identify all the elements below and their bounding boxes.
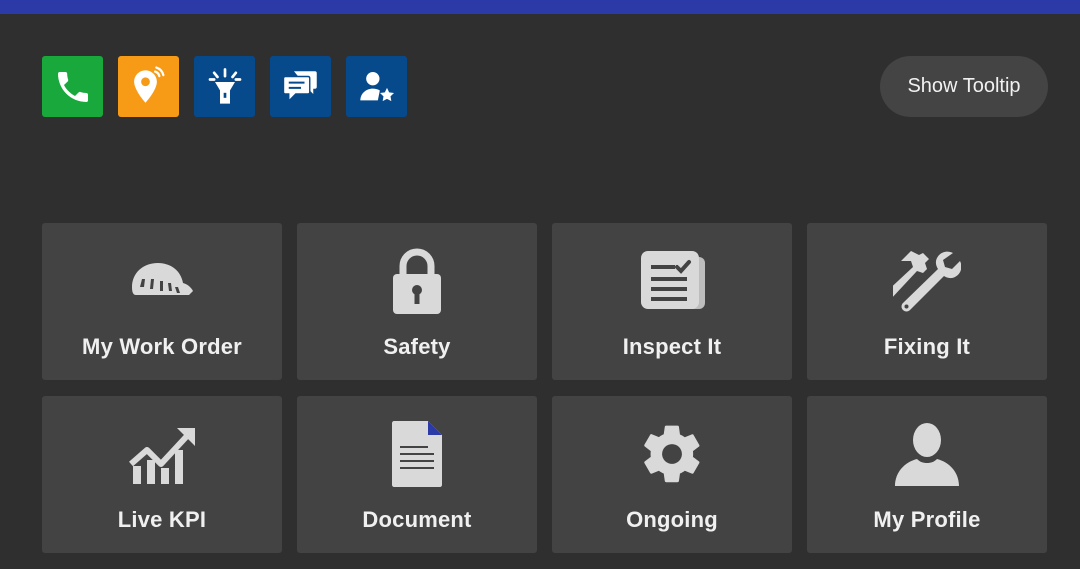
tile-safety[interactable]: Safety [297, 223, 537, 380]
flashlight-icon [208, 67, 241, 104]
tile-label: Fixing It [883, 334, 971, 359]
tile-label: Live KPI [117, 507, 207, 532]
app-screen: Show Tooltip My Work Order Safety Inspec… [0, 0, 1080, 569]
flashlight-button[interactable] [194, 56, 255, 117]
tile-document[interactable]: Document [297, 396, 537, 553]
tile-live-kpi[interactable]: Live KPI [42, 396, 282, 553]
tile-label: Ongoing [626, 507, 718, 532]
tile-inspect-it[interactable]: Inspect It [552, 223, 792, 380]
tile-label: My Work Order [82, 334, 242, 359]
growth-chart-icon [122, 418, 202, 490]
tile-label: My Profile [873, 507, 981, 532]
tile-label: Inspect It [622, 334, 722, 359]
chat-bubbles-icon [282, 70, 317, 103]
tile-my-work-order[interactable]: My Work Order [42, 223, 282, 380]
quick-actions-row [42, 56, 407, 117]
user-star-icon [359, 71, 394, 101]
tile-my-profile[interactable]: My Profile [807, 396, 1047, 553]
phone-icon [57, 71, 88, 102]
gear-icon [632, 418, 712, 490]
hard-hat-icon [122, 245, 202, 317]
padlock-icon [377, 245, 457, 317]
tile-label: Document [362, 507, 472, 532]
user-favorite-button[interactable] [346, 56, 407, 117]
call-button[interactable] [42, 56, 103, 117]
tile-fixing-it[interactable]: Fixing It [807, 223, 1047, 380]
tile-label: Safety [383, 334, 451, 359]
tile-ongoing[interactable]: Ongoing [552, 396, 792, 553]
location-button[interactable] [118, 56, 179, 117]
location-pin-icon [133, 65, 164, 103]
checklist-icon [632, 245, 712, 317]
chat-button[interactable] [270, 56, 331, 117]
document-icon [377, 418, 457, 490]
top-status-bar [0, 0, 1080, 14]
tools-icon [887, 245, 967, 317]
show-tooltip-button[interactable]: Show Tooltip [880, 56, 1048, 117]
module-grid: My Work Order Safety Inspect It Fixing I… [42, 223, 1047, 553]
user-icon [887, 418, 967, 490]
